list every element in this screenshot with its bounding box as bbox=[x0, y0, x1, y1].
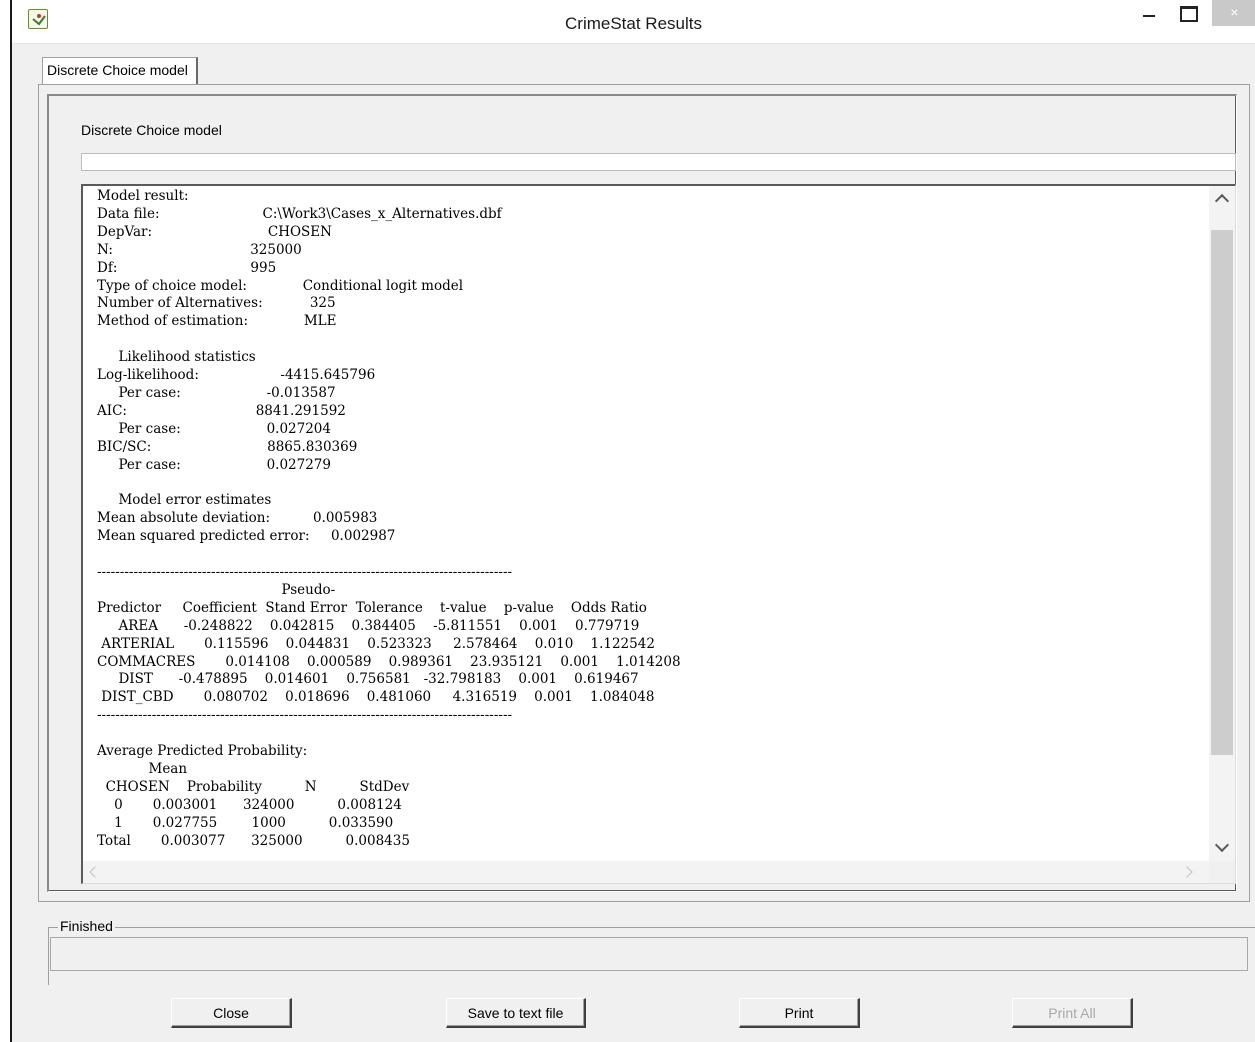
results-text[interactable]: Model result: Data file: C:\Work3\Cases_… bbox=[97, 188, 1207, 851]
progress-bar bbox=[81, 153, 1236, 171]
title-bar[interactable]: CrimeStat Results × bbox=[12, 0, 1255, 44]
horizontal-scrollbar[interactable] bbox=[83, 861, 1212, 883]
close-button[interactable]: Close bbox=[171, 998, 292, 1028]
scroll-left-icon[interactable] bbox=[89, 866, 101, 878]
results-group: Discrete Choice model Model result: Data… bbox=[47, 94, 1237, 892]
tab-discrete-choice-model[interactable]: Discrete Choice model bbox=[42, 57, 198, 85]
status-field bbox=[50, 937, 1248, 971]
window-title: CrimeStat Results bbox=[565, 14, 702, 33]
scrollbar-corner bbox=[1209, 861, 1235, 883]
tab-page: Discrete Choice model Model result: Data… bbox=[38, 84, 1250, 902]
scroll-down-icon[interactable] bbox=[1214, 837, 1230, 853]
close-icon[interactable]: × bbox=[1212, 0, 1255, 26]
vertical-scrollbar[interactable] bbox=[1209, 186, 1235, 866]
status-label: Finished bbox=[58, 918, 115, 934]
group-title: Discrete Choice model bbox=[81, 122, 222, 138]
minimize-icon[interactable] bbox=[1132, 0, 1166, 26]
maximize-icon[interactable] bbox=[1170, 0, 1206, 26]
results-text-area[interactable]: Model result: Data file: C:\Work3\Cases_… bbox=[81, 184, 1236, 884]
vertical-scroll-thumb[interactable] bbox=[1211, 230, 1233, 755]
print-button[interactable]: Print bbox=[739, 998, 860, 1028]
crimestat-results-window: CrimeStat Results × Discrete Choice mode… bbox=[10, 0, 1255, 1042]
scroll-right-icon[interactable] bbox=[1181, 866, 1193, 878]
print-all-button[interactable]: Print All bbox=[1012, 998, 1133, 1028]
scroll-up-icon[interactable] bbox=[1214, 193, 1230, 209]
save-to-text-file-button[interactable]: Save to text file bbox=[446, 998, 586, 1028]
